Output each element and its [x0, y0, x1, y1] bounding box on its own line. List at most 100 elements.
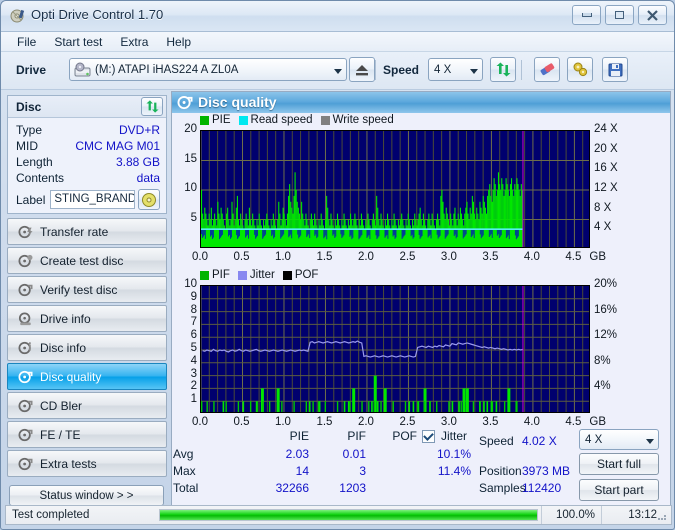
disc-refresh-button[interactable] [141, 97, 163, 116]
stats-table: PIE PIF POF Jitter Avg 2.03 0.01 10.1% M… [173, 429, 471, 495]
status-message: Test completed [12, 509, 90, 521]
settings-button[interactable] [567, 57, 593, 82]
result-speed-label: Speed [479, 434, 514, 448]
axis-tick-label: 3.0 [440, 416, 457, 428]
legend-item: Read speed [238, 114, 313, 126]
axis-tick-label: 2.5 [399, 251, 416, 263]
status-window-button[interactable]: Status window > > [9, 485, 164, 506]
axis-tick-label: 5 [190, 342, 197, 354]
jitter-checkbox[interactable] [422, 430, 435, 443]
sidebar-nav: Transfer rate Create test disc Verify te… [7, 218, 167, 479]
sidebar-item-cd-bler[interactable]: CD Bler [7, 392, 167, 419]
toolbar: Drive (M:) ATAPI iHAS224 A ZL0A Speed 4 … [1, 52, 674, 90]
axis-tick-label: 16% [594, 303, 618, 316]
resize-grip-icon[interactable] [656, 510, 668, 522]
progress-percent: 100.0% [541, 506, 601, 524]
pif-jitter-chart-legend: PIF Jitter POF [200, 269, 322, 281]
content-title: Disc quality [198, 94, 277, 110]
disc-row-value: data [136, 171, 160, 185]
sidebar-item-verify-test-disc[interactable]: Verify test disc [7, 276, 167, 303]
stats-col-pif: PIF [347, 429, 366, 443]
stats-row-label-max: Max [173, 464, 196, 478]
disc-quality-icon [177, 95, 193, 110]
sidebar-item-disc-info[interactable]: Disc info [7, 334, 167, 361]
legend-label: Write speed [332, 114, 394, 126]
app-icon [10, 8, 26, 24]
disc-row-value: 3.88 GB [115, 155, 160, 169]
axis-tick-label: GB [589, 416, 607, 428]
axis-tick-label: 0.5 [233, 251, 250, 263]
sidebar-item-extra-tests[interactable]: Extra tests [7, 450, 167, 477]
sidebar-item-label: Create test disc [40, 253, 124, 268]
refresh-speed-button[interactable] [490, 57, 516, 82]
legend-swatch [238, 115, 248, 125]
axis-tick-label: 4% [594, 380, 611, 393]
minimize-button[interactable] [572, 5, 601, 25]
menu-item-start-test[interactable]: Start test [45, 33, 111, 51]
axis-tick-label: 1.5 [316, 416, 333, 428]
disc-row-contents: Contents data [16, 170, 160, 186]
disc-panel-header: Disc [8, 96, 166, 118]
disc-label-button[interactable] [138, 189, 160, 210]
speed-select-value: 4 X [434, 63, 452, 76]
save-button[interactable] [602, 57, 628, 82]
pie-chart: PIE Read speed Write speed 5 10 15 20 4 X 8 X 12… [172, 113, 672, 268]
disc-row-key: Length [16, 155, 53, 169]
start-full-button[interactable]: Start full [579, 453, 659, 475]
legend-item: POF [282, 269, 318, 281]
axis-tick-label: 7 [190, 316, 197, 329]
speed-label: Speed [383, 63, 420, 77]
axis-tick-label: 3.5 [482, 251, 499, 263]
stats-total-pie: 32266 [275, 481, 309, 495]
disc-label-row: Label STING_BRAND [16, 189, 160, 210]
speed-select[interactable]: 4 X [428, 58, 483, 81]
axis-tick-label: 4.5 [565, 416, 582, 428]
axis-tick-label: 20 X [594, 142, 618, 155]
sidebar-item-fe-te[interactable]: FE / TE [7, 421, 167, 448]
axis-tick-label: 2.0 [357, 416, 374, 428]
drive-select[interactable]: (M:) ATAPI iHAS224 A ZL0A [69, 58, 347, 81]
axis-tick-label: 4.0 [523, 416, 540, 428]
sidebar-item-drive-info[interactable]: Drive info [7, 305, 167, 332]
close-button[interactable] [638, 5, 667, 25]
disc-verify-icon [16, 282, 34, 298]
sidebar-item-disc-quality[interactable]: Disc quality [7, 363, 167, 390]
eject-button[interactable] [349, 57, 375, 82]
disc-row-mid: MID CMC MAG M01 [16, 138, 160, 154]
axis-tick-label: 0.0 [192, 416, 208, 428]
menu-item-file[interactable]: File [8, 33, 45, 51]
disc-speed-icon [16, 224, 34, 240]
refresh-icon [496, 62, 510, 77]
menu-item-help[interactable]: Help [157, 33, 200, 51]
axis-tick-label: 4 X [594, 221, 612, 234]
test-speed-select[interactable]: 4 X [579, 429, 659, 450]
app-window: Opti Drive Control 1.70 File Start test … [0, 0, 675, 530]
axis-tick-label: 3 [190, 367, 197, 380]
sidebar-item-create-test-disc[interactable]: Create test disc [7, 247, 167, 274]
disc-label-input[interactable]: STING_BRAND [50, 190, 135, 209]
refresh-icon [145, 100, 159, 113]
disc-row-value: CMC MAG M01 [75, 139, 160, 153]
sidebar-item-label: Drive info [40, 311, 91, 326]
save-icon [608, 63, 622, 76]
legend-label: PIF [212, 269, 230, 281]
axis-tick-label: 6 [190, 329, 197, 342]
result-samples-value: 112420 [522, 481, 562, 495]
axis-tick-label: 20% [594, 278, 618, 290]
pif-jitter-chart: PIF Jitter POF 1 2 3 4 5 6 7 8 9 10 4% 8% 12% 16% 20% 0.0… [172, 268, 672, 428]
stats-col-jitter: Jitter [441, 429, 468, 443]
axis-tick-label: 8% [594, 354, 611, 367]
legend-swatch [237, 270, 247, 280]
disc-info-icon [16, 340, 34, 356]
legend-swatch [320, 115, 330, 125]
axis-tick-label: 3.5 [482, 416, 499, 428]
sidebar-item-transfer-rate[interactable]: Transfer rate [7, 218, 167, 245]
sidebar-item-label: Disc info [40, 340, 87, 355]
menu-item-extra[interactable]: Extra [111, 33, 157, 51]
start-part-button[interactable]: Start part [579, 479, 659, 501]
axis-tick-label: 2.5 [399, 416, 416, 428]
axis-tick-label: 12% [594, 329, 618, 342]
legend-swatch [282, 270, 292, 280]
maximize-button[interactable] [605, 5, 634, 25]
erase-button[interactable] [534, 57, 560, 82]
